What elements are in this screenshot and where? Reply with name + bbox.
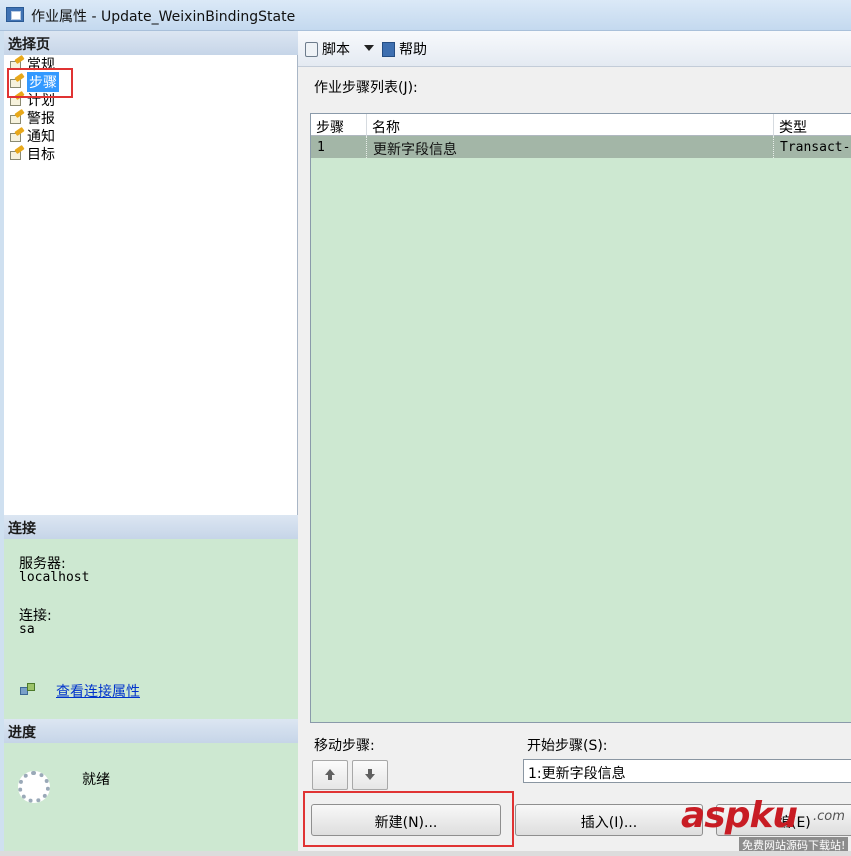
step-list-label: 作业步骤列表(J): [314, 80, 418, 96]
watermark-logo: aspku .com 免费网站源码下载站! [681, 795, 851, 853]
page-wrench-icon [9, 126, 25, 143]
move-down-button[interactable] [352, 760, 388, 790]
column-header-name[interactable]: 名称 [367, 114, 774, 136]
help-icon [382, 41, 395, 57]
move-up-button[interactable] [312, 760, 348, 790]
column-header-type[interactable]: 类型 [774, 114, 851, 136]
row-name: 更新字段信息 [367, 136, 774, 158]
select-page-header: 选择页 [4, 31, 298, 55]
progress-spinner-icon [18, 771, 50, 803]
step-list-grid[interactable]: 步骤 名称 类型 1 更新字段信息 Transact- [310, 113, 851, 723]
page-wrench-icon [9, 144, 25, 161]
watermark-dotcom: .com [813, 809, 845, 824]
row-step: 1 [311, 136, 367, 158]
connection-panel: 服务器: localhost 连接: sa 查看连接属性 [4, 539, 298, 719]
page-item-label: 通知 [27, 129, 55, 145]
script-label: 脚本 [322, 42, 350, 58]
page-item-notifications[interactable]: 通知 [9, 126, 55, 145]
grid-header: 步骤 名称 类型 [311, 114, 851, 136]
progress-panel: 就绪 [4, 743, 298, 851]
page-item-targets[interactable]: 目标 [9, 144, 55, 163]
help-button[interactable]: 帮助 [382, 39, 427, 59]
toolbar: 脚本 帮助 [298, 31, 851, 67]
page-item-label: 警报 [27, 111, 55, 127]
view-connection-properties-link[interactable]: 查看连接属性 [56, 681, 140, 701]
connection-header: 连接 [4, 515, 298, 539]
script-dropdown-arrow-icon[interactable] [364, 45, 374, 51]
left-pane: 选择页 常规 步骤 计划 警报 通知 目标 连接 服务器: localhost … [4, 31, 298, 851]
title-bar: 作业属性 - Update_WeixinBindingState [0, 0, 851, 31]
progress-status: 就绪 [82, 772, 110, 788]
progress-header: 进度 [4, 719, 298, 743]
app-window-icon [6, 7, 24, 22]
insert-step-button[interactable]: 插入(I)... [515, 804, 703, 836]
connection-value: sa [19, 622, 35, 637]
script-button[interactable]: 脚本 [305, 39, 350, 59]
selection-highlight-box [7, 68, 73, 98]
arrow-up-icon [325, 769, 335, 781]
right-pane: 脚本 帮助 作业步骤列表(J): 步骤 名称 类型 1 更新字段信息 Trans… [298, 31, 851, 853]
help-label: 帮助 [399, 42, 427, 58]
watermark-brand: aspku [681, 795, 798, 836]
new-button-highlight-box [303, 791, 514, 847]
start-step-label: 开始步骤(S): [527, 738, 608, 754]
arrow-down-icon [365, 769, 375, 781]
connection-properties-icon [20, 683, 36, 697]
page-wrench-icon [9, 108, 25, 125]
server-value: localhost [19, 570, 90, 585]
script-icon [305, 41, 318, 57]
status-bar [0, 851, 851, 856]
window-title: 作业属性 - Update_WeixinBindingState [31, 9, 296, 25]
column-header-step[interactable]: 步骤 [311, 114, 367, 136]
move-step-label: 移动步骤: [314, 738, 375, 754]
page-item-label: 目标 [27, 147, 55, 163]
start-step-select[interactable]: 1:更新字段信息 [523, 759, 851, 783]
row-type: Transact- [780, 140, 851, 155]
table-row[interactable]: 1 更新字段信息 Transact- [311, 136, 851, 158]
page-item-alerts[interactable]: 警报 [9, 108, 55, 127]
